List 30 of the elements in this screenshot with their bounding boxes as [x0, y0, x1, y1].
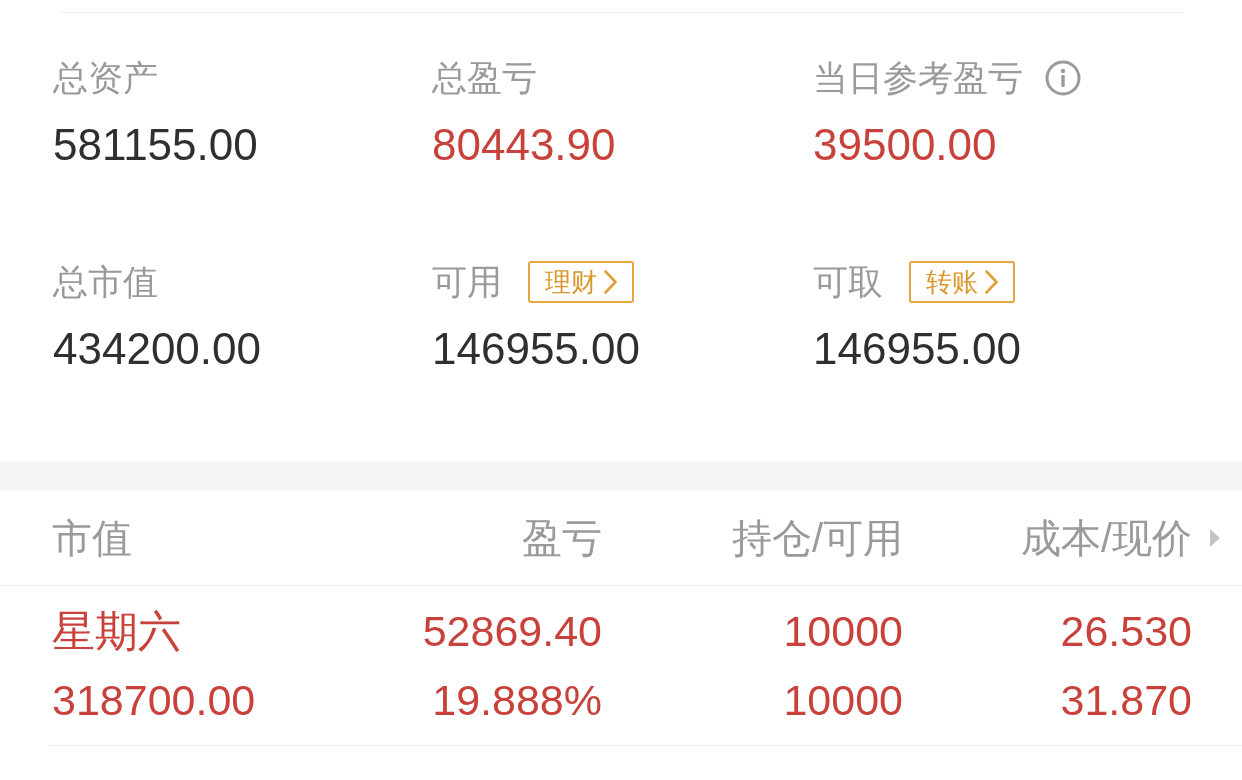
metric-label: 总盈亏 [432, 58, 537, 98]
metric-value: 39500.00 [813, 120, 998, 170]
metric-value: 434200.00 [53, 324, 262, 374]
metric-label: 当日参考盈亏 [813, 58, 1023, 98]
metric-value: 80443.90 [432, 120, 617, 170]
table-cell: 10000 [783, 607, 903, 655]
action-button[interactable]: 理财 [528, 261, 634, 303]
metric-label: 可用 [432, 262, 502, 302]
table-cell: 318700.00 [52, 676, 256, 724]
metric-label: 可取 [813, 262, 883, 302]
info-icon[interactable] [1045, 60, 1081, 96]
table-cell: 10000 [783, 676, 903, 724]
table-cell: 19.888% [432, 676, 602, 724]
column-header[interactable]: 市值 [52, 515, 402, 561]
column-header[interactable]: 持仓/可用 [602, 515, 903, 561]
column-header[interactable]: 成本/现价 [903, 515, 1192, 561]
metric-value: 146955.00 [813, 324, 1022, 374]
caret-right-icon [1210, 529, 1220, 547]
chevron-right-icon [985, 270, 998, 294]
metric-value: 581155.00 [53, 120, 259, 170]
table-cell: 52869.40 [422, 607, 602, 655]
metric-value: 146955.00 [432, 324, 641, 374]
metric-label: 总资产 [53, 58, 158, 98]
chevron-right-icon [604, 270, 617, 294]
table-cell: 星期六 [52, 607, 181, 655]
table-cell: 31.870 [1060, 676, 1192, 724]
metric-label: 总市值 [53, 262, 158, 302]
action-button[interactable]: 转账 [909, 261, 1015, 303]
table-cell: 26.530 [1060, 607, 1192, 655]
column-header[interactable]: 盈亏 [402, 515, 602, 561]
